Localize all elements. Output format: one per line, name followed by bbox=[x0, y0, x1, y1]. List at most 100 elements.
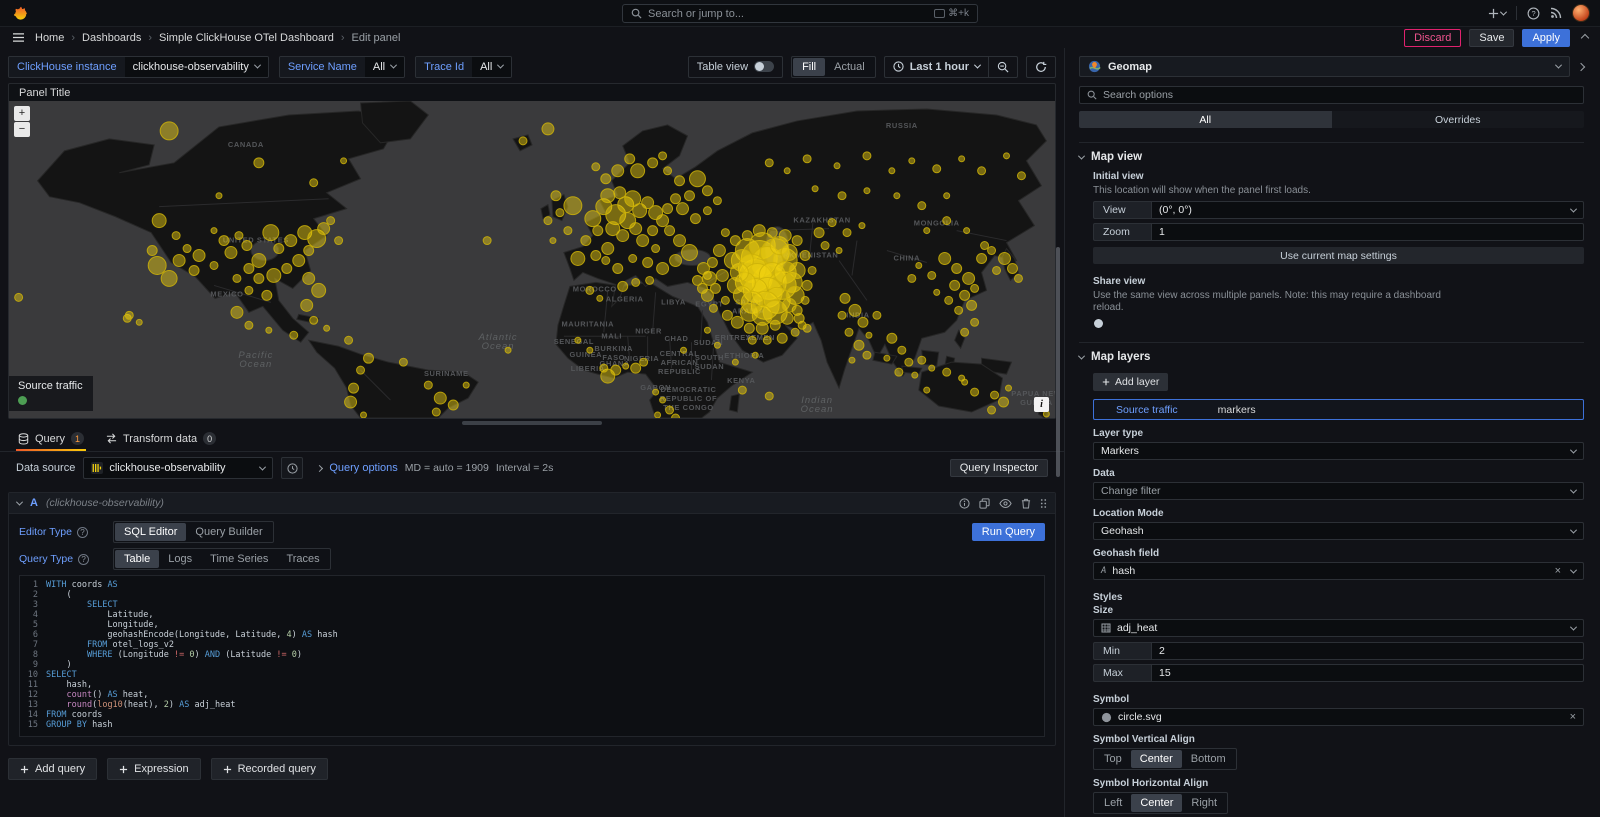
grafana-logo-icon[interactable] bbox=[12, 5, 29, 22]
hamburger-menu-icon[interactable] bbox=[12, 32, 25, 43]
initial-view-label: Initial view bbox=[1093, 171, 1584, 182]
max-input[interactable] bbox=[1151, 664, 1584, 682]
options-search-input[interactable]: Search options bbox=[1079, 86, 1584, 104]
breadcrumb-home[interactable]: Home bbox=[35, 32, 64, 44]
zoom-out-time-button[interactable] bbox=[988, 57, 1017, 77]
share-view-description: Use the same view across multiple panels… bbox=[1093, 290, 1473, 314]
add-layer-button[interactable]: Add layer bbox=[1093, 373, 1168, 391]
svg-text:LIBYA: LIBYA bbox=[661, 297, 686, 306]
zoom-input[interactable] bbox=[1151, 223, 1584, 241]
clear-icon[interactable]: × bbox=[1570, 712, 1576, 723]
visualization-picker[interactable]: Geomap bbox=[1079, 56, 1570, 77]
variable-value-dropdown[interactable]: All bbox=[365, 57, 404, 77]
breadcrumb-dashboard-name[interactable]: Simple ClickHouse OTel Dashboard bbox=[159, 32, 334, 44]
option-query-builder[interactable]: Query Builder bbox=[186, 523, 271, 541]
discard-button[interactable]: Discard bbox=[1404, 29, 1461, 47]
option-fill[interactable]: Fill bbox=[793, 58, 825, 76]
option-left[interactable]: Left bbox=[1095, 794, 1131, 812]
option-logs[interactable]: Logs bbox=[159, 550, 201, 568]
variable-value-dropdown[interactable]: All bbox=[472, 57, 511, 77]
layer-type-select[interactable]: Markers bbox=[1093, 442, 1584, 460]
size-field-select[interactable]: adj_heat bbox=[1093, 619, 1584, 637]
user-avatar[interactable] bbox=[1572, 4, 1590, 22]
sql-line: 14FROM coords bbox=[20, 710, 1044, 720]
option-traces[interactable]: Traces bbox=[277, 550, 328, 568]
option-actual[interactable]: Actual bbox=[825, 58, 874, 76]
help-circle-icon[interactable]: ? bbox=[78, 554, 89, 565]
sql-line: 2 ( bbox=[20, 590, 1044, 600]
table-view-toggle[interactable]: Table view bbox=[688, 56, 783, 78]
svg-text:SENEGAL: SENEGAL bbox=[554, 337, 594, 346]
svg-text:KAZAKHSTAN: KAZAKHSTAN bbox=[793, 216, 850, 225]
layer-item-source-traffic[interactable]: Source traffic markers bbox=[1093, 399, 1584, 420]
info-circle-icon[interactable] bbox=[959, 498, 970, 509]
add-query-button[interactable]: Add query bbox=[8, 758, 97, 780]
recorded-query-button[interactable]: Recorded query bbox=[211, 758, 328, 780]
collapse-pane-icon[interactable] bbox=[1577, 62, 1585, 70]
sql-line: 5 Longitude, bbox=[20, 620, 1044, 630]
symbol-select[interactable]: circle.svg × bbox=[1093, 708, 1584, 726]
option-all[interactable]: All bbox=[1079, 111, 1332, 128]
option-time-series[interactable]: Time Series bbox=[201, 550, 277, 568]
sql-line: 3 SELECT bbox=[20, 600, 1044, 610]
collapse-options-icon[interactable] bbox=[1581, 33, 1589, 41]
map-zoom-out-button[interactable]: − bbox=[14, 122, 30, 137]
add-new-button[interactable] bbox=[1488, 8, 1506, 19]
map-attribution-button[interactable]: i bbox=[1034, 397, 1049, 412]
use-current-map-settings-button[interactable]: Use current map settings bbox=[1093, 247, 1584, 264]
delete-query-trash-icon[interactable] bbox=[1021, 498, 1031, 509]
min-input[interactable] bbox=[1151, 642, 1584, 660]
clear-icon[interactable]: × bbox=[1555, 566, 1561, 577]
hide-query-eye-icon[interactable] bbox=[999, 498, 1012, 509]
geohash-field-select[interactable]: A hash × bbox=[1093, 562, 1584, 580]
pane-splitter[interactable] bbox=[0, 419, 1064, 426]
time-range-picker[interactable]: Last 1 hour bbox=[885, 57, 988, 77]
map-zoom-in-button[interactable]: + bbox=[14, 106, 30, 121]
breadcrumb-separator: › bbox=[148, 32, 152, 44]
save-button[interactable]: Save bbox=[1469, 29, 1514, 47]
section-map-layers-header[interactable]: Map layers bbox=[1079, 351, 1584, 363]
breadcrumb-dashboards[interactable]: Dashboards bbox=[82, 32, 141, 44]
option-table[interactable]: Table bbox=[115, 550, 159, 568]
duplicate-query-icon[interactable] bbox=[979, 498, 990, 509]
help-button[interactable]: ? bbox=[1527, 7, 1540, 20]
apply-button[interactable]: Apply bbox=[1522, 29, 1570, 47]
option-center[interactable]: Center bbox=[1131, 794, 1182, 812]
option-top[interactable]: Top bbox=[1095, 750, 1131, 768]
data-select[interactable]: Change filter bbox=[1093, 482, 1584, 500]
view-select[interactable]: (0°, 0°) bbox=[1151, 201, 1584, 219]
refresh-button[interactable] bbox=[1026, 56, 1056, 78]
location-mode-select[interactable]: Geohash bbox=[1093, 522, 1584, 540]
sql-line: 13 round(log10(heat), 2) AS adj_heat bbox=[20, 700, 1044, 710]
datasource-help-button[interactable] bbox=[281, 457, 303, 479]
option-right[interactable]: Right bbox=[1182, 794, 1226, 812]
tab-transform-data[interactable]: Transform data 0 bbox=[104, 432, 218, 451]
geomap[interactable]: RUSSIACANADAUNITED STATESMEXICOSURINAMEK… bbox=[9, 101, 1055, 418]
option-overrides[interactable]: Overrides bbox=[1332, 111, 1585, 128]
collapse-query-icon[interactable] bbox=[16, 498, 23, 505]
drag-handle-icon[interactable] bbox=[1040, 498, 1047, 509]
sql-editor[interactable]: 1WITH coords AS2 (3 SELECT4 Latitude,5 L… bbox=[19, 575, 1045, 737]
size-mode-group: FillActual bbox=[791, 56, 876, 78]
option-bottom[interactable]: Bottom bbox=[1182, 750, 1235, 768]
query-inspector-button[interactable]: Query Inspector bbox=[950, 459, 1048, 477]
panel-title[interactable]: Panel Title bbox=[9, 84, 1055, 101]
query-card-header[interactable]: A (clickhouse-observability) bbox=[9, 493, 1055, 514]
option-sql-editor[interactable]: SQL Editor bbox=[115, 523, 186, 541]
help-circle-icon[interactable]: ? bbox=[77, 527, 88, 538]
news-button[interactable] bbox=[1550, 7, 1562, 19]
editor-type-group: SQL EditorQuery Builder bbox=[113, 521, 274, 543]
query-options-toggle[interactable]: Query options bbox=[329, 462, 397, 474]
expression-button[interactable]: Expression bbox=[107, 758, 200, 780]
main-scrollbar-thumb[interactable] bbox=[1056, 247, 1060, 477]
datasource-picker[interactable]: clickhouse-observability bbox=[83, 457, 273, 479]
tab-query[interactable]: Query 1 bbox=[16, 432, 86, 451]
svg-text:MOROCCO: MOROCCO bbox=[573, 284, 617, 293]
top-nav: Search or jump to... ⌘+k ? bbox=[0, 0, 1600, 27]
section-map-view-header[interactable]: Map view bbox=[1079, 151, 1584, 163]
run-query-button[interactable]: Run Query bbox=[972, 523, 1045, 541]
search-input[interactable]: Search or jump to... ⌘+k bbox=[622, 4, 978, 23]
chevron-down-icon bbox=[1078, 352, 1085, 359]
option-center[interactable]: Center bbox=[1131, 750, 1182, 768]
variable-value-dropdown[interactable]: clickhouse-observability bbox=[125, 57, 268, 77]
